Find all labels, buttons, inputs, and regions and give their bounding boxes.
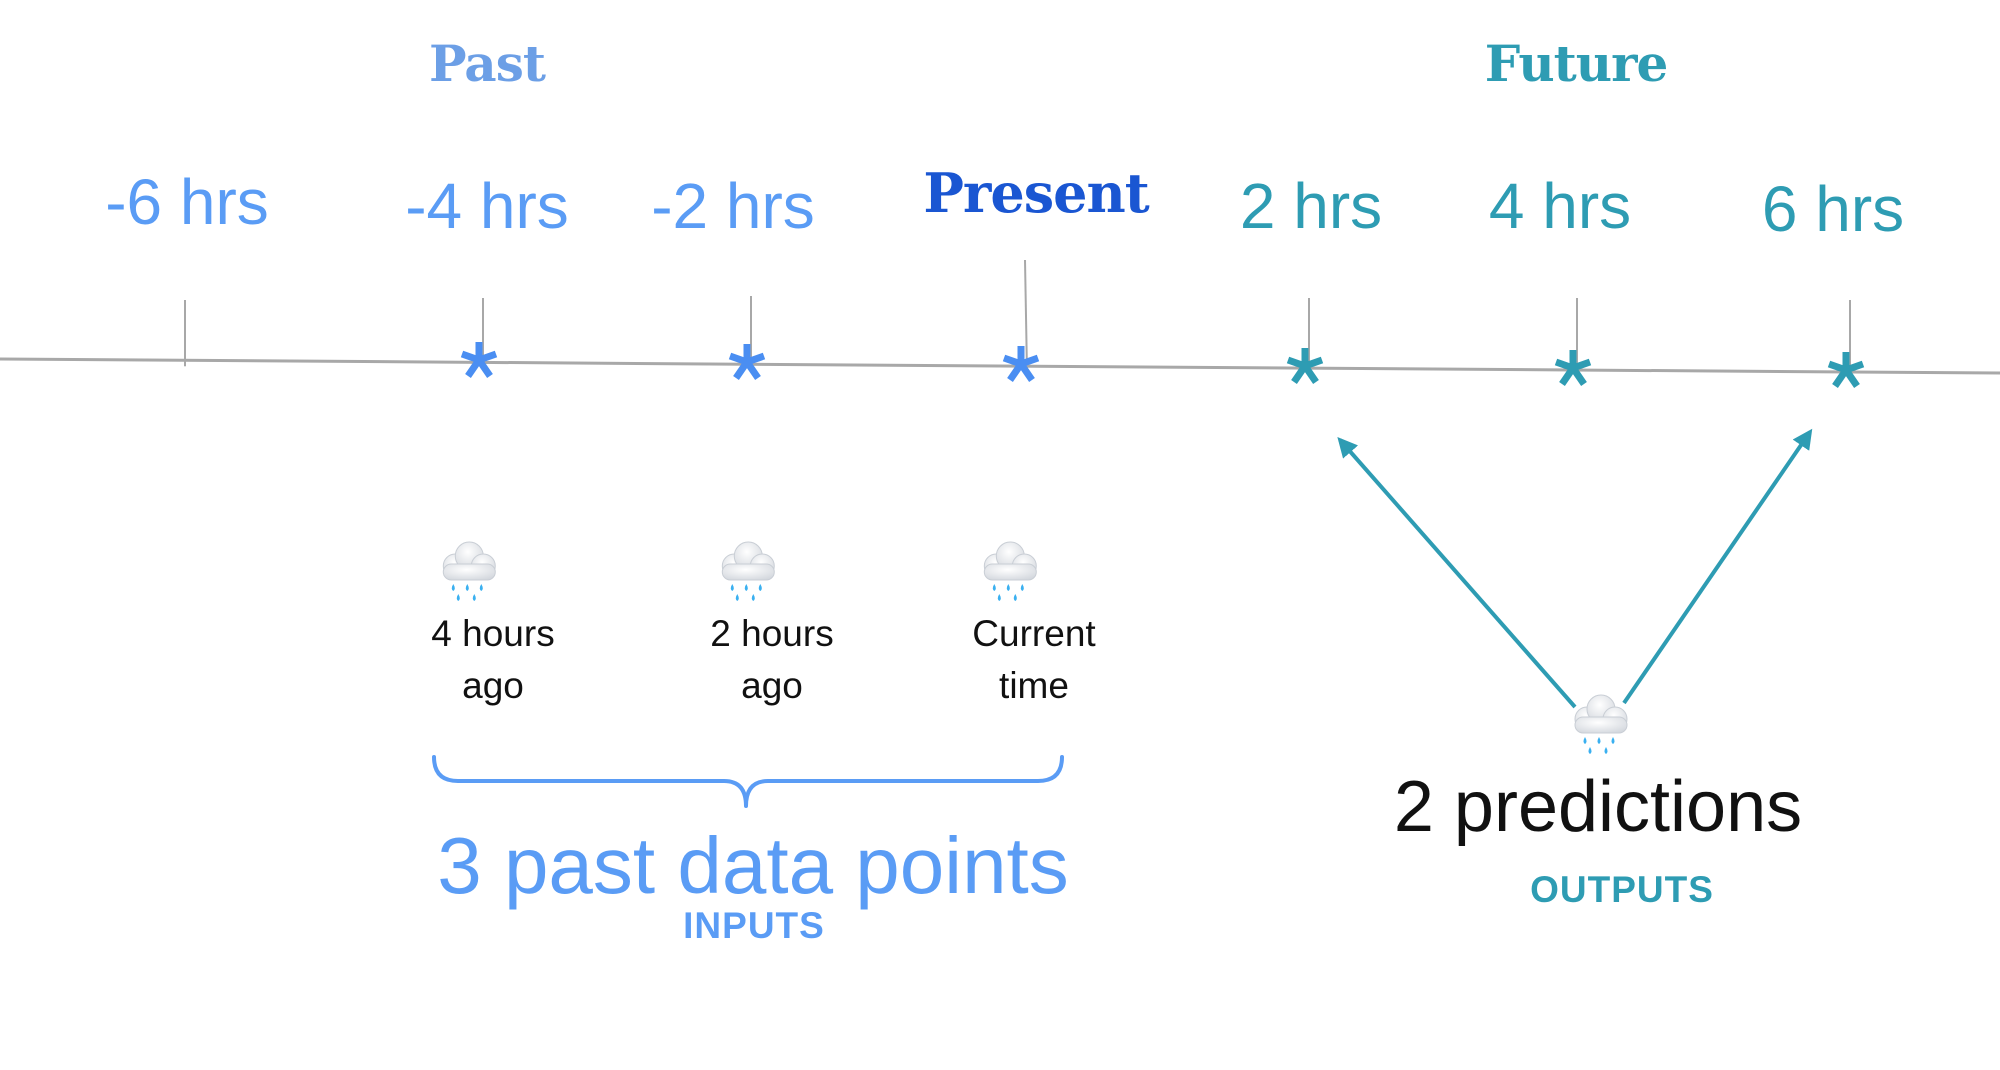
arrow-to-6hrs — [1622, 428, 1813, 705]
observation-current: Current time — [972, 534, 1096, 712]
tick-label-minus-2h: -2 hrs — [651, 170, 815, 242]
observation-4h-ago: 4 hours ago — [431, 534, 555, 712]
asterisk-marker — [1283, 344, 1327, 388]
tick-label-2h: 2 hrs — [1239, 170, 1383, 242]
asterisk-marker — [725, 340, 769, 384]
rain-cloud-icon — [1563, 687, 1637, 761]
outputs-summary: 2 predictions — [1393, 767, 1803, 847]
observation-label-line2: time — [999, 665, 1069, 706]
arrow-to-2hrs — [1337, 436, 1577, 709]
future-header: Future — [1484, 34, 1669, 93]
inputs-brace — [432, 755, 1064, 808]
observation-2h-ago: 2 hours ago — [710, 534, 834, 712]
observation-label-line1: 4 hours — [431, 613, 555, 654]
rain-cloud-icon — [710, 534, 833, 608]
outputs-caption: OUTPUTS — [1530, 869, 1714, 910]
past-header: Past — [429, 34, 546, 93]
tick-label-present: Present — [923, 161, 1149, 225]
tick-label-6h: 6 hrs — [1761, 173, 1905, 245]
asterisk-marker — [457, 338, 501, 382]
inputs-summary: 3 past data points — [437, 821, 1069, 910]
tick-label-4h: 4 hrs — [1488, 170, 1632, 242]
inputs-caption: INPUTS — [683, 905, 825, 946]
observation-label-line1: 2 hours — [710, 613, 834, 654]
tick-label-minus-6h: -6 hrs — [105, 166, 269, 238]
rain-cloud-icon — [431, 534, 554, 608]
asterisk-marker — [1824, 348, 1868, 392]
asterisk-marker — [999, 342, 1043, 386]
tick-label-minus-4h: -4 hrs — [405, 170, 569, 242]
prediction-cloud — [1563, 687, 1637, 761]
asterisk-marker — [1551, 346, 1595, 390]
rain-cloud-icon — [972, 534, 1095, 608]
observation-label-line2: ago — [462, 665, 524, 706]
observation-label-line2: ago — [741, 665, 803, 706]
observation-label-line1: Current — [972, 613, 1096, 654]
